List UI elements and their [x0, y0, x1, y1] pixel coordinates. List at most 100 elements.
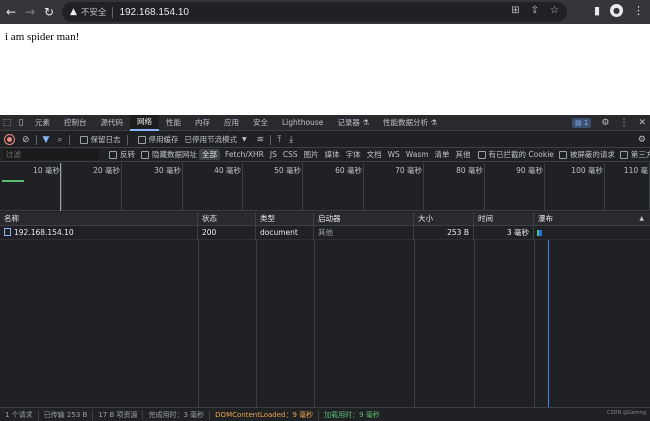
- overview-tick-label: 100 毫秒: [571, 166, 603, 175]
- checkbox-icon[interactable]: [477, 150, 486, 159]
- tab-lighthouse[interactable]: Lighthouse: [275, 115, 330, 131]
- device-toggle-icon[interactable]: ▯: [14, 115, 28, 131]
- download-icon[interactable]: ⤓: [289, 135, 293, 145]
- column-header-type[interactable]: 类型: [256, 212, 314, 226]
- sort-asc-icon[interactable]: ▲: [639, 212, 644, 226]
- table-row[interactable]: 192.168.154.10 200 document 其他 253 B 3 毫…: [0, 226, 650, 240]
- request-status: 200: [198, 226, 256, 240]
- column-header-status[interactable]: 状态: [198, 212, 256, 226]
- tab-security[interactable]: 安全: [246, 115, 275, 131]
- share-icon[interactable]: ⇪: [531, 5, 539, 16]
- gear-icon[interactable]: ⚙: [601, 118, 609, 128]
- forward-arrow-icon[interactable]: →: [22, 4, 38, 20]
- overview-tick: 100 毫秒: [571, 163, 605, 211]
- checkbox-icon[interactable]: [558, 150, 567, 159]
- hide-data-urls-label: 隐藏数据网址: [152, 150, 197, 159]
- chevron-down-icon[interactable]: ▼: [242, 136, 247, 143]
- third-party-checkbox[interactable]: 第三方请求: [619, 149, 650, 160]
- network-settings-gear-icon[interactable]: ⚙: [638, 135, 646, 145]
- column-header-time[interactable]: 时间: [474, 212, 534, 226]
- hide-data-urls-checkbox[interactable]: 隐藏数据网址: [141, 149, 197, 160]
- type-filter-js[interactable]: JS: [267, 150, 280, 159]
- wifi-icon[interactable]: ≋: [257, 135, 265, 145]
- tab-console[interactable]: 控制台: [57, 115, 94, 131]
- invert-checkbox[interactable]: 反转: [109, 149, 135, 160]
- blocked-requests-checkbox[interactable]: 被屏蔽的请求: [558, 149, 615, 160]
- tab-recorder[interactable]: 记录器 ⚗: [330, 115, 376, 131]
- tab-memory[interactable]: 内存: [188, 115, 217, 131]
- translate-icon[interactable]: ⊞: [511, 5, 519, 16]
- timeline-overview[interactable]: 10 毫秒 20 毫秒 30 毫秒 40 毫秒 50 毫秒 60 毫秒 70 毫…: [0, 163, 650, 211]
- page-viewport: i am spider man!: [0, 24, 650, 115]
- overview-tick-label: 60 毫秒: [335, 166, 362, 175]
- tab-performance[interactable]: 性能: [159, 115, 188, 131]
- type-filter-doc[interactable]: 文档: [364, 149, 385, 160]
- status-transferred: 已传输 253 B: [39, 409, 94, 420]
- request-name-cell[interactable]: 192.168.154.10: [0, 226, 198, 240]
- type-filter-css[interactable]: CSS: [280, 150, 301, 159]
- column-header-size[interactable]: 大小: [414, 212, 474, 226]
- url-text[interactable]: 192.168.154.10: [119, 7, 189, 18]
- filter-icon[interactable]: ▼: [43, 135, 50, 145]
- search-icon[interactable]: ⌕: [57, 135, 62, 145]
- profile-avatar-icon[interactable]: ●: [610, 4, 623, 17]
- checkbox-icon[interactable]: [109, 150, 117, 159]
- tab-network[interactable]: 网络: [130, 114, 159, 131]
- overview-tick-label: 70 毫秒: [395, 166, 422, 175]
- type-filter-manifest[interactable]: 清单: [432, 149, 453, 160]
- column-header-waterfall[interactable]: 瀑布 ▲: [534, 212, 650, 226]
- type-filter-font[interactable]: 字体: [343, 149, 364, 160]
- status-dom-content-loaded: DOMContentLoaded：9 毫秒: [210, 409, 320, 420]
- menu-icon[interactable]: ⋮: [633, 4, 644, 17]
- type-filter-wasm[interactable]: Wasm: [403, 150, 432, 159]
- sidepanel-icon[interactable]: ▮: [594, 4, 600, 17]
- request-waterfall[interactable]: [534, 226, 650, 240]
- overview-tick: 60 毫秒: [335, 163, 364, 211]
- load-marker: [60, 163, 61, 211]
- blocked-cookies-checkbox[interactable]: 有已拦截的 Cookie: [477, 149, 554, 160]
- checkbox-icon[interactable]: [79, 135, 88, 144]
- issues-badge[interactable]: ▤ 1: [572, 118, 592, 128]
- address-bar[interactable]: ▲ 不安全 192.168.154.10 ⊞ ⇪ ☆: [62, 2, 567, 22]
- type-filter-media[interactable]: 媒体: [322, 149, 343, 160]
- omnibox-actions: ⊞ ⇪ ☆: [511, 5, 559, 16]
- overview-tick-label: 30 毫秒: [154, 166, 181, 175]
- throttle-select[interactable]: 已停用节流模式: [185, 134, 238, 145]
- overview-tick-label: 110 毫: [623, 166, 648, 175]
- checkbox-icon[interactable]: [619, 150, 628, 159]
- type-filter-other[interactable]: 其他: [453, 149, 474, 160]
- close-icon[interactable]: ✕: [638, 118, 646, 128]
- security-label[interactable]: 不安全: [81, 6, 107, 18]
- clear-icon[interactable]: ⊘: [22, 135, 30, 145]
- preserve-log-checkbox[interactable]: 保留日志: [79, 134, 121, 145]
- column-divider: [414, 240, 415, 407]
- checkbox-icon[interactable]: [137, 135, 146, 144]
- checkbox-icon[interactable]: [141, 150, 149, 159]
- tab-sources[interactable]: 源代码: [94, 115, 131, 131]
- warning-icon[interactable]: ▲: [70, 7, 77, 17]
- overview-tick-label: 50 毫秒: [274, 166, 301, 175]
- tab-application[interactable]: 应用: [217, 115, 246, 131]
- status-requests: 1 个请求: [0, 409, 39, 420]
- column-header-initiator[interactable]: 启动器: [314, 212, 414, 226]
- tab-elements[interactable]: 元素: [28, 115, 57, 131]
- record-icon[interactable]: [5, 135, 14, 144]
- type-filter-fetch-xhr[interactable]: Fetch/XHR: [222, 150, 267, 159]
- type-filter-img[interactable]: 图片: [301, 149, 322, 160]
- column-header-name[interactable]: 名称: [0, 212, 198, 226]
- inspect-icon[interactable]: ⬚: [0, 115, 14, 131]
- tab-performance-insights[interactable]: 性能数据分析 ⚗: [376, 115, 444, 131]
- more-icon[interactable]: ⋮: [619, 118, 628, 128]
- disable-cache-checkbox[interactable]: 停用缓存: [137, 134, 179, 145]
- back-arrow-icon[interactable]: ←: [3, 4, 19, 20]
- filter-input[interactable]: [3, 149, 99, 160]
- type-filter-ws[interactable]: WS: [385, 150, 403, 159]
- star-icon[interactable]: ☆: [550, 5, 559, 16]
- upload-icon[interactable]: ⤒: [277, 135, 281, 145]
- reload-icon[interactable]: ↻: [41, 4, 57, 20]
- divider: [112, 6, 114, 18]
- type-filter-all[interactable]: 全部: [199, 149, 220, 160]
- preserve-log-label: 保留日志: [90, 135, 121, 144]
- overview-tick-label: 80 毫秒: [456, 166, 483, 175]
- divider: [68, 134, 70, 145]
